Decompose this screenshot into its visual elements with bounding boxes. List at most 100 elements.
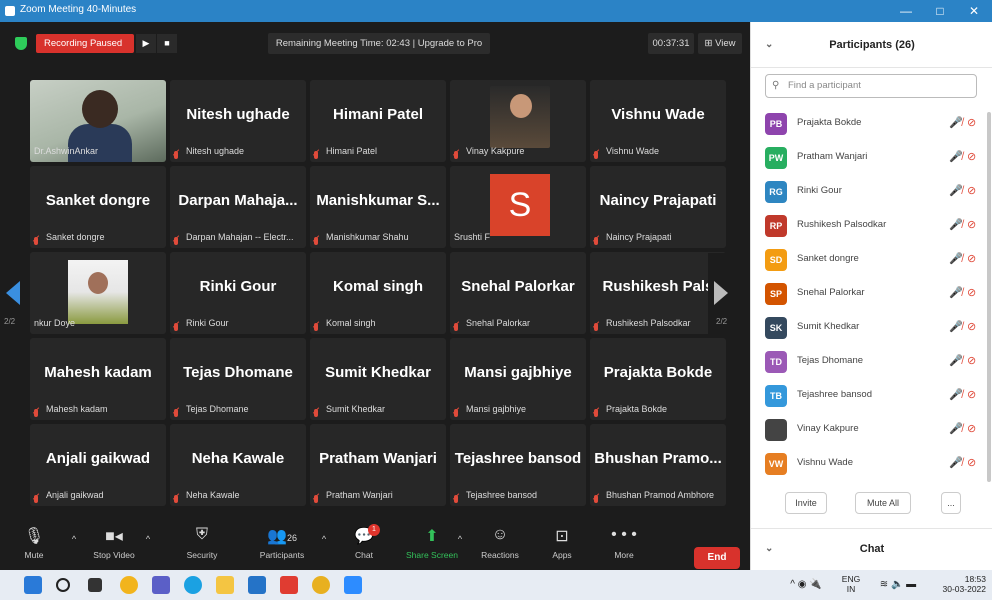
participant-video-tile[interactable]: nkur Doye xyxy=(30,252,166,334)
muted-mic-icon[interactable]: 🎤̸ xyxy=(949,456,963,469)
next-page-button[interactable]: 2/2 xyxy=(708,253,730,335)
participant-video-tile[interactable]: Sumit Khedkar Sumit Khedkar xyxy=(310,338,446,420)
apps-button[interactable]: ⊡ Apps xyxy=(532,526,592,560)
shield-icon[interactable] xyxy=(15,37,27,50)
teams-chat-icon[interactable] xyxy=(152,576,170,594)
participant-video-tile[interactable]: Mansi gajbhiye Mansi gajbhiye xyxy=(450,338,586,420)
invite-button[interactable]: Invite xyxy=(785,492,827,514)
edge-browser-icon[interactable] xyxy=(184,576,202,594)
participant-row[interactable]: SP Snehal Palorkar 🎤̸ ⊘ xyxy=(765,280,983,308)
audio-options-caret[interactable]: ^ xyxy=(62,534,86,544)
mute-all-button[interactable]: Mute All xyxy=(855,492,911,514)
muted-mic-icon[interactable]: 🎤̸ xyxy=(949,286,963,299)
close-button[interactable]: ✕ xyxy=(960,2,988,20)
participant-video-tile[interactable]: Sanket dongre Sanket dongre xyxy=(30,166,166,248)
participant-video-tile[interactable]: Bhushan Pramo... Bhushan Pramod Ambhore xyxy=(590,424,726,506)
participant-video-tile[interactable]: Tejashree bansod Tejashree bansod xyxy=(450,424,586,506)
participant-video-tile[interactable]: Nitesh ughade Nitesh ughade xyxy=(170,80,306,162)
participants-options-caret[interactable]: ^ xyxy=(312,534,336,544)
participant-video-tile[interactable]: Neha Kawale Neha Kawale xyxy=(170,424,306,506)
participant-row[interactable]: VW Vishnu Wade 🎤̸ ⊘ xyxy=(765,450,983,478)
zoom-taskbar-icon[interactable] xyxy=(344,576,362,594)
more-button[interactable]: • • • More xyxy=(594,526,654,560)
participant-row[interactable]: Vinay Kakpure 🎤̸ ⊘ xyxy=(765,416,983,444)
language-indicator[interactable]: ENG IN xyxy=(838,570,864,600)
resume-recording-button[interactable]: ▶ xyxy=(136,34,156,53)
share-options-caret[interactable]: ^ xyxy=(448,534,472,544)
security-button[interactable]: ⛨ Security xyxy=(172,526,232,560)
video-off-icon[interactable]: ⊘ xyxy=(967,252,976,265)
participant-video-tile[interactable]: Naincy Prajapati Naincy Prajapati xyxy=(590,166,726,248)
video-off-icon[interactable]: ⊘ xyxy=(967,456,976,469)
muted-mic-icon[interactable]: 🎤̸ xyxy=(949,422,963,435)
system-tray-icons[interactable]: ^ ◉ 🔌 xyxy=(776,570,836,600)
chat-header[interactable]: ⌄ Chat xyxy=(751,528,992,568)
participant-video-tile[interactable]: Tejas Dhomane Tejas Dhomane xyxy=(170,338,306,420)
participant-row[interactable]: RG Rinki Gour 🎤̸ ⊘ xyxy=(765,178,983,206)
participant-video-tile[interactable]: Prajakta Bokde Prajakta Bokde xyxy=(590,338,726,420)
video-off-icon[interactable]: ⊘ xyxy=(967,388,976,401)
participant-row[interactable]: TD Tejas Dhomane 🎤̸ ⊘ xyxy=(765,348,983,376)
muted-mic-icon[interactable]: 🎤̸ xyxy=(949,116,963,129)
file-explorer-icon[interactable] xyxy=(216,576,234,594)
participant-video-tile[interactable]: Pratham Wanjari Pratham Wanjari xyxy=(310,424,446,506)
start-windows-icon[interactable] xyxy=(24,576,42,594)
participant-video-tile[interactable]: Dr.AshwinAnkar xyxy=(30,80,166,162)
mute-button[interactable]: 🎙 Mute xyxy=(10,526,58,560)
participant-video-tile[interactable]: Komal singh Komal singh xyxy=(310,252,446,334)
participant-row[interactable]: SD Sanket dongre 🎤̸ ⊘ xyxy=(765,246,983,274)
participant-video-tile[interactable]: Himani Patel Himani Patel xyxy=(310,80,446,162)
reactions-button[interactable]: ☺ Reactions xyxy=(470,526,530,560)
clock[interactable]: 18:53 30-03-2022 xyxy=(930,570,986,600)
chat-button[interactable]: 💬 Chat 1 xyxy=(334,524,394,560)
participant-row[interactable]: TB Tejashree bansod 🎤̸ ⊘ xyxy=(765,382,983,410)
more-options-button[interactable]: ... xyxy=(941,492,961,514)
participant-video-tile[interactable]: Rushikesh Pals Rushikesh Palsodkar xyxy=(590,252,726,334)
participant-video-tile[interactable]: Anjali gaikwad Anjali gaikwad xyxy=(30,424,166,506)
participant-row[interactable]: PB Prajakta Bokde 🎤̸ ⊘ xyxy=(765,110,983,138)
chrome-icon[interactable] xyxy=(312,576,330,594)
participant-row[interactable]: SK Sumit Khedkar 🎤̸ ⊘ xyxy=(765,314,983,342)
muted-mic-icon[interactable]: 🎤̸ xyxy=(949,150,963,163)
participant-video-tile[interactable]: Vinay Kakpure xyxy=(450,80,586,162)
view-button[interactable]: ⊞ View xyxy=(698,33,742,54)
stop-video-button[interactable]: ■◂ Stop Video xyxy=(84,526,144,560)
muted-mic-icon[interactable]: 🎤̸ xyxy=(949,218,963,231)
video-off-icon[interactable]: ⊘ xyxy=(967,422,976,435)
participant-video-tile[interactable]: Darpan Mahaja... Darpan Mahajan -- Electr… xyxy=(170,166,306,248)
video-off-icon[interactable]: ⊘ xyxy=(967,184,976,197)
participants-button[interactable]: 👥26 Participants xyxy=(252,526,312,560)
store-icon[interactable] xyxy=(248,576,266,594)
video-off-icon[interactable]: ⊘ xyxy=(967,286,976,299)
participant-video-tile[interactable]: Rinki Gour Rinki Gour xyxy=(170,252,306,334)
video-off-icon[interactable]: ⊘ xyxy=(967,320,976,333)
minimize-button[interactable]: — xyxy=(892,2,920,20)
task-view-icon[interactable] xyxy=(88,578,102,592)
video-off-icon[interactable]: ⊘ xyxy=(967,354,976,367)
participant-video-tile[interactable]: S Srushti F xyxy=(450,166,586,248)
network-volume-battery-icons[interactable]: ≋ 🔈 ▬ xyxy=(868,570,928,600)
muted-mic-icon[interactable]: 🎤̸ xyxy=(949,320,963,333)
office-icon[interactable] xyxy=(280,576,298,594)
participant-video-tile[interactable]: Vishnu Wade Vishnu Wade xyxy=(590,80,726,162)
previous-page-button[interactable]: 2/2 xyxy=(2,253,24,335)
widgets-icon[interactable] xyxy=(120,576,138,594)
participant-search-input[interactable]: ⚲ Find a participant xyxy=(765,74,977,98)
muted-mic-icon[interactable]: 🎤̸ xyxy=(949,354,963,367)
participant-list-scrollbar[interactable] xyxy=(987,112,991,482)
stop-recording-button[interactable]: ■ xyxy=(157,34,177,53)
participant-video-tile[interactable]: Manishkumar S... Manishkumar Shahu xyxy=(310,166,446,248)
remaining-time-banner[interactable]: Remaining Meeting Time: 02:43 | Upgrade … xyxy=(268,33,490,54)
video-off-icon[interactable]: ⊘ xyxy=(967,218,976,231)
maximize-button[interactable]: □ xyxy=(926,2,954,20)
chevron-down-icon[interactable]: ⌄ xyxy=(765,22,773,68)
participant-row[interactable]: RP Rushikesh Palsodkar 🎤̸ ⊘ xyxy=(765,212,983,240)
video-off-icon[interactable]: ⊘ xyxy=(967,150,976,163)
participant-row[interactable]: PW Pratham Wanjari 🎤̸ ⊘ xyxy=(765,144,983,172)
muted-mic-icon[interactable]: 🎤̸ xyxy=(949,184,963,197)
muted-mic-icon[interactable]: 🎤̸ xyxy=(949,252,963,265)
search-icon[interactable] xyxy=(56,578,70,592)
video-off-icon[interactable]: ⊘ xyxy=(967,116,976,129)
end-meeting-button[interactable]: End xyxy=(694,547,740,569)
muted-mic-icon[interactable]: 🎤̸ xyxy=(949,388,963,401)
